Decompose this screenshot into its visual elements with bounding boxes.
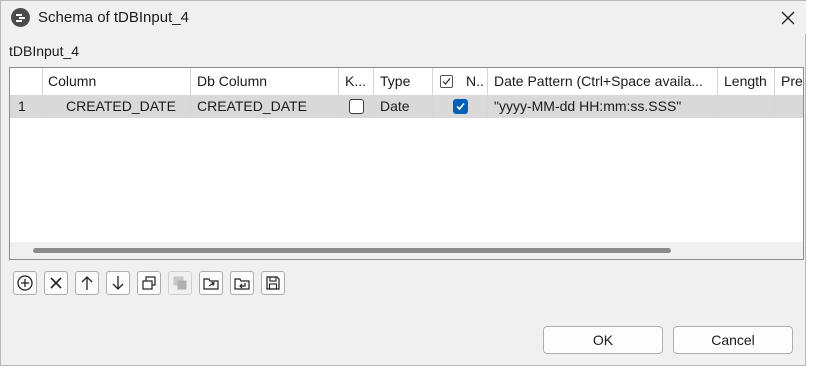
save-icon [266,276,280,290]
paste-button[interactable] [168,271,192,295]
ok-button[interactable]: OK [543,326,663,354]
cell-key[interactable] [339,95,374,118]
add-button[interactable] [13,271,37,295]
key-checkbox[interactable] [349,99,364,114]
cell-precision[interactable] [775,95,803,118]
table-row[interactable]: 1 CREATED_DATE CREATED_DATE Date "yyyy-M… [10,95,803,118]
close-icon [781,11,795,24]
header-precision[interactable]: Pre [775,68,803,95]
horizontal-scrollbar[interactable] [10,242,803,259]
header-column[interactable]: Column [43,68,191,95]
paste-icon [173,276,187,290]
copy-icon [142,276,156,290]
check-icon [456,102,465,111]
copy-button[interactable] [137,271,161,295]
header-nullable-label: N.. [466,73,484,89]
window-title: Schema of tDBInput_4 [38,9,189,26]
header-nullable[interactable]: N.. [433,68,488,95]
schema-table: Column Db Column K... Type N.. Date Patt… [9,67,804,260]
save-button[interactable] [261,271,285,295]
header-length[interactable]: Length [718,68,775,95]
nullable-checkbox[interactable] [453,99,468,114]
cell-column[interactable]: CREATED_DATE [43,95,191,118]
move-down-icon [112,276,124,290]
header-index [10,68,43,95]
import-icon [203,278,219,290]
app-icon [11,8,30,27]
schema-dialog: Schema of tDBInput_4 tDBInput_4 Column D… [0,0,806,366]
checked-box-icon [440,75,453,88]
cancel-button[interactable]: Cancel [673,326,793,354]
cell-db-column[interactable]: CREATED_DATE [191,95,339,118]
scrollbar-thumb[interactable] [33,248,671,253]
move-up-button[interactable] [75,271,99,295]
remove-icon [50,277,62,289]
table-header: Column Db Column K... Type N.. Date Patt… [10,68,803,95]
export-icon [234,278,250,290]
cell-type[interactable]: Date [374,95,433,118]
move-up-icon [81,276,93,290]
remove-button[interactable] [44,271,68,295]
import-button[interactable] [199,271,223,295]
background-window [806,0,815,368]
cell-date-pattern[interactable]: "yyyy-MM-dd HH:mm:ss.SSS" [488,95,718,118]
close-button[interactable] [771,3,805,32]
export-button[interactable] [230,271,254,295]
header-date-pattern[interactable]: Date Pattern (Ctrl+Space availa... [488,68,718,95]
component-label: tDBInput_4 [9,43,80,59]
row-index: 1 [10,95,43,118]
header-type[interactable]: Type [374,68,433,95]
header-key[interactable]: K... [339,68,374,95]
title-bar: Schema of tDBInput_4 [1,1,806,34]
cell-nullable[interactable] [433,95,488,118]
header-db-column[interactable]: Db Column [191,68,339,95]
add-icon [17,275,33,291]
cell-length[interactable] [718,95,775,118]
move-down-button[interactable] [106,271,130,295]
